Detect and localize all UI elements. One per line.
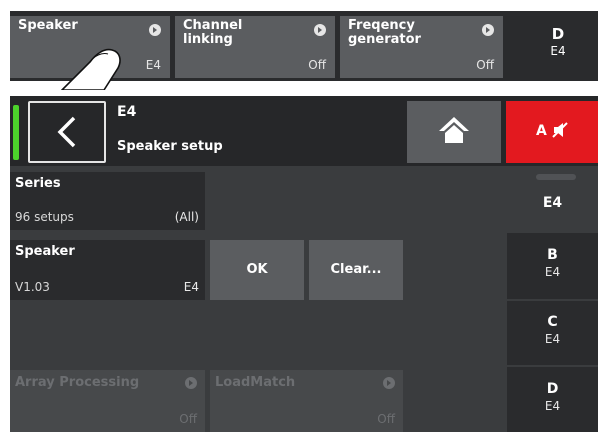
channel-linking-label-line2: linking <box>183 32 233 47</box>
loadmatch-label: LoadMatch <box>215 375 296 390</box>
channel-c-speaker: E4 <box>544 332 561 346</box>
arrow-right-icon <box>314 24 326 36</box>
top-channel-speaker: E4 <box>550 44 566 58</box>
channel-tab-a[interactable]: E4 <box>507 166 598 233</box>
speaker-button[interactable]: Speaker E4 <box>10 16 170 78</box>
arrow-right-icon <box>383 377 395 389</box>
top-channel-indicator[interactable]: D E4 <box>518 25 598 58</box>
speaker-field-label: Speaker <box>15 244 75 259</box>
chevron-left-icon <box>57 116 76 148</box>
scroll-indicator <box>536 174 576 180</box>
arrow-right-icon <box>185 377 197 389</box>
channel-d-letter: D <box>546 381 559 397</box>
loadmatch-value: Off <box>377 412 395 426</box>
speaker-muted-icon <box>552 122 568 138</box>
arrow-right-icon <box>149 24 161 36</box>
back-button[interactable] <box>28 101 106 163</box>
series-value: (All) <box>174 210 199 224</box>
page-title: E4 <box>117 104 137 120</box>
channel-linking-button[interactable]: Channel linking Off <box>175 16 335 78</box>
array-processing-value: Off <box>179 412 197 426</box>
channel-selector: E4 B E4 C E4 D E4 <box>507 166 598 432</box>
speaker-label: Speaker <box>18 18 78 33</box>
channel-a-speaker: E4 <box>542 195 563 211</box>
speaker-version: V1.03 <box>15 280 50 294</box>
channel-d-speaker: E4 <box>544 399 561 413</box>
series-label: Series <box>15 176 61 191</box>
channel-b-speaker: E4 <box>544 265 561 279</box>
top-channel-letter: D <box>551 25 565 43</box>
channel-tab-d[interactable]: D E4 <box>507 367 598 432</box>
top-strip: Speaker E4 Channel linking Off Freqency … <box>10 11 598 81</box>
channel-tab-c[interactable]: C E4 <box>507 301 598 365</box>
channel-linking-value: Off <box>308 58 326 72</box>
home-button[interactable] <box>407 101 501 163</box>
ok-button[interactable]: OK <box>210 240 304 300</box>
frequency-generator-label: Freqency generator <box>348 19 421 47</box>
channel-linking-label-line1: Channel <box>183 18 243 33</box>
series-field[interactable]: Series 96 setups (All) <box>10 172 205 230</box>
frequency-generator-value: Off <box>476 58 494 72</box>
clear-button[interactable]: Clear... <box>309 240 403 300</box>
arrow-right-icon <box>482 24 494 36</box>
loadmatch-button[interactable]: LoadMatch Off <box>210 370 403 432</box>
frequency-generator-label-line2: generator <box>348 32 421 47</box>
mute-channel-label: A <box>536 123 547 139</box>
mute-button[interactable]: A <box>506 101 598 163</box>
home-icon <box>439 117 469 143</box>
speaker-setup-screen: E4 Speaker setup A Series 96 setups (All… <box>10 96 598 432</box>
channel-linking-label: Channel linking <box>183 19 242 47</box>
array-processing-label: Array Processing <box>15 375 140 390</box>
channel-tab-b[interactable]: B E4 <box>507 233 598 299</box>
speaker-value: E4 <box>145 58 161 72</box>
page-subtitle: Speaker setup <box>117 139 223 154</box>
series-count: 96 setups <box>15 210 74 224</box>
status-indicator <box>13 105 19 160</box>
array-processing-button[interactable]: Array Processing Off <box>10 370 205 432</box>
frequency-generator-label-line1: Freqency <box>348 18 415 33</box>
frequency-generator-button[interactable]: Freqency generator Off <box>340 16 503 78</box>
speaker-field-value: E4 <box>183 280 199 294</box>
channel-c-letter: C <box>547 314 558 330</box>
channel-b-letter: B <box>547 247 558 263</box>
screen-header: E4 Speaker setup A <box>10 96 598 166</box>
speaker-field[interactable]: Speaker V1.03 E4 <box>10 240 205 300</box>
